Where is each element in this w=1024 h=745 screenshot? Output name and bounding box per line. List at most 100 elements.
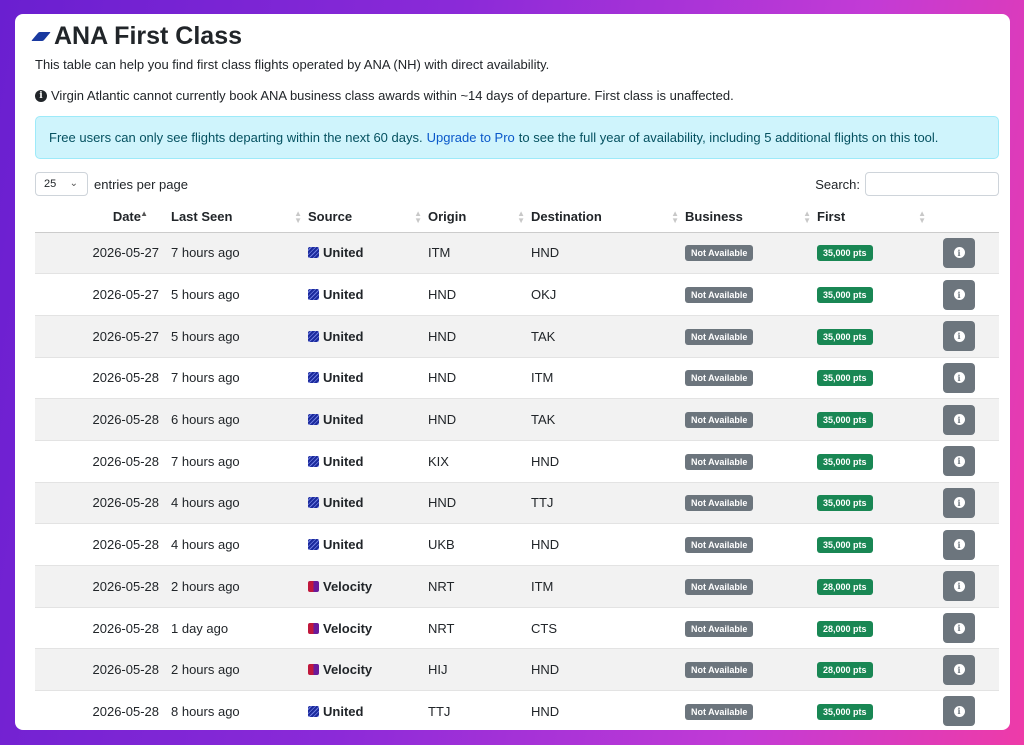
cell-first: 28,000 pts	[817, 607, 932, 650]
business-badge: Not Available	[685, 245, 754, 262]
alert-text-before: Free users can only see flights departin…	[49, 130, 423, 145]
page-description: This table can help you find first class…	[35, 57, 550, 72]
cell-first: 35,000 pts	[817, 357, 932, 400]
info-icon: i	[35, 89, 47, 102]
cell-source: United	[308, 440, 428, 483]
cell-date: 2026-05-27	[35, 315, 170, 358]
column-header-source[interactable]: Source ▲ ▼	[308, 202, 428, 233]
cell-first: 35,000 pts	[817, 523, 932, 566]
sort-icon: ▲ ▼	[517, 209, 525, 225]
cell-origin: NRT	[428, 607, 531, 650]
table-row: 2026-05-28 8 hours ago United TTJ HND Not Ava…	[35, 690, 999, 730]
cell-origin: HIJ	[428, 648, 531, 692]
info-icon: i	[953, 289, 965, 301]
details-button[interactable]: i	[943, 321, 975, 352]
cell-last-seen: 2 hours ago	[170, 565, 308, 608]
united-logo-icon	[308, 247, 319, 259]
upgrade-link[interactable]: Upgrade to Pro	[427, 130, 515, 145]
search-input[interactable]	[865, 172, 999, 196]
info-icon: i	[953, 622, 965, 634]
table-row: 2026-05-28 2 hours ago Velocity HIJ HND Not A…	[35, 648, 999, 692]
cell-origin: HND	[428, 273, 531, 316]
cell-last-seen: 7 hours ago	[170, 232, 308, 275]
source-name: Velocity	[323, 620, 373, 636]
cell-first: 28,000 pts	[817, 565, 932, 608]
business-badge: Not Available	[685, 662, 754, 679]
business-badge: Not Available	[685, 453, 754, 470]
table-row: 2026-05-28 1 day ago Velocity NRT CTS Not Ava…	[35, 607, 999, 650]
cell-destination: ITM	[531, 565, 685, 608]
column-header-destination[interactable]: Destination ▲ ▼	[531, 202, 685, 233]
cell-first: 28,000 pts	[817, 648, 932, 692]
info-icon: i	[953, 497, 965, 509]
column-header-last-seen[interactable]: Last Seen ▲ ▼	[170, 202, 308, 233]
cell-source: United	[308, 315, 428, 358]
details-button[interactable]: i	[943, 446, 975, 477]
cell-date: 2026-05-28	[35, 607, 170, 650]
first-badge: 35,000 pts	[817, 287, 873, 304]
united-logo-icon	[308, 372, 319, 384]
details-button[interactable]: i	[943, 696, 975, 727]
united-logo-icon	[308, 539, 319, 551]
cell-business: Not Available	[685, 315, 817, 358]
cell-actions: i	[932, 523, 999, 566]
cell-first: 35,000 pts	[817, 398, 932, 441]
details-button[interactable]: i	[943, 362, 975, 393]
first-badge: 28,000 pts	[817, 578, 873, 595]
cell-last-seen: 2 hours ago	[170, 648, 308, 692]
cell-source: United	[308, 690, 428, 730]
united-logo-icon	[308, 330, 319, 342]
page-title: ANA First Class	[54, 22, 243, 50]
cell-destination: HND	[531, 440, 685, 483]
cell-source: United	[308, 357, 428, 400]
title-row: ANA First Class	[31, 22, 243, 51]
details-button[interactable]: i	[943, 613, 975, 644]
velocity-logo-icon	[308, 580, 319, 592]
details-button[interactable]: i	[943, 487, 975, 518]
business-badge: Not Available	[685, 412, 754, 429]
table-row: 2026-05-28 6 hours ago United HND TAK Not Ava…	[35, 398, 999, 441]
cell-origin: TTJ	[428, 690, 531, 730]
cell-business: Not Available	[685, 398, 817, 441]
source-name: United	[323, 495, 364, 511]
column-header-first[interactable]: First ▲ ▼	[817, 202, 932, 233]
details-button[interactable]: i	[943, 654, 975, 685]
cell-actions: i	[932, 232, 999, 275]
info-icon: i	[953, 330, 965, 342]
cell-source: Velocity	[308, 565, 428, 608]
source-name: United	[323, 328, 364, 344]
page-size-select[interactable]: 25 ⌄	[35, 172, 88, 196]
table-row: 2026-05-28 4 hours ago United UKB HND Not Ava…	[35, 523, 999, 566]
info-icon: i	[953, 580, 965, 592]
info-icon: i	[953, 664, 965, 676]
first-badge: 35,000 pts	[817, 370, 873, 387]
cell-business: Not Available	[685, 523, 817, 566]
info-icon: i	[953, 247, 965, 259]
business-badge: Not Available	[685, 495, 754, 512]
cell-date: 2026-05-28	[35, 690, 170, 730]
cell-origin: HND	[428, 482, 531, 525]
details-button[interactable]: i	[943, 279, 975, 310]
alert-text-after: to see the full year of availability, in…	[518, 130, 939, 145]
source-name: United	[323, 412, 364, 428]
details-button[interactable]: i	[943, 237, 975, 268]
table-row: 2026-05-28 7 hours ago United HND ITM Not Ava…	[35, 357, 999, 400]
details-button[interactable]: i	[943, 404, 975, 435]
cell-source: United	[308, 232, 428, 275]
details-button[interactable]: i	[943, 529, 975, 560]
cell-last-seen: 8 hours ago	[170, 690, 308, 730]
cell-destination: TAK	[531, 398, 685, 441]
sort-icon: ▲ ▼	[294, 209, 302, 225]
info-icon: i	[953, 414, 965, 426]
column-header-business[interactable]: Business ▲ ▼	[685, 202, 817, 233]
sort-icon: ▲ ▼	[671, 209, 679, 225]
velocity-logo-icon	[308, 664, 319, 676]
column-header-origin[interactable]: Origin ▲ ▼	[428, 202, 531, 233]
cell-business: Not Available	[685, 690, 817, 730]
cell-destination: HND	[531, 232, 685, 275]
united-logo-icon	[308, 455, 319, 467]
cell-business: Not Available	[685, 357, 817, 400]
column-header-date[interactable]: Date ▲	[35, 202, 170, 233]
details-button[interactable]: i	[943, 571, 975, 602]
search-label: Search:	[815, 176, 860, 192]
